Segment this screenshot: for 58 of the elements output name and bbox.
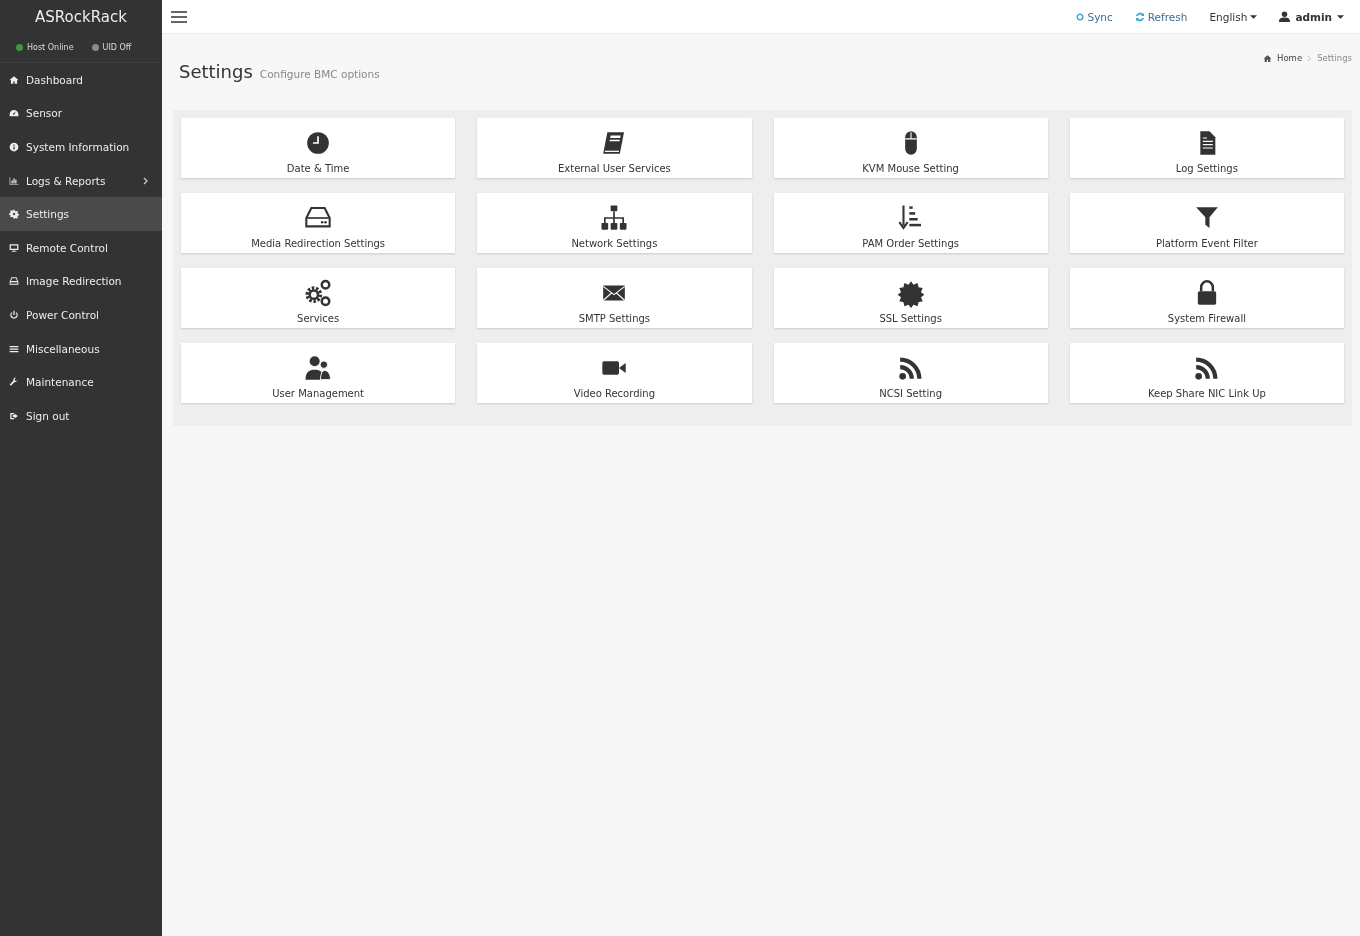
- settings-tile[interactable]: System Firewall: [1069, 268, 1344, 328]
- language-dropdown[interactable]: English: [1209, 10, 1258, 23]
- sidebar-item[interactable]: Logs & Reports: [0, 163, 162, 198]
- page-subtitle: Configure BMC options: [259, 68, 380, 80]
- network-icon: [599, 203, 630, 233]
- settings-tile[interactable]: External User Services: [477, 118, 752, 178]
- sign-out-icon: [9, 410, 19, 421]
- sidebar-item[interactable]: Sensor: [0, 96, 162, 131]
- settings-tile[interactable]: SSL Settings: [773, 268, 1048, 328]
- sidebar-item[interactable]: Image Redirection: [0, 264, 162, 299]
- settings-tile[interactable]: User Management: [181, 343, 456, 403]
- sidebar-item[interactable]: Remote Control: [0, 230, 162, 265]
- settings-tile[interactable]: NCSI Setting: [773, 343, 1048, 403]
- settings-icon: [9, 209, 19, 220]
- power-icon: [9, 309, 19, 320]
- sidebar-item[interactable]: Dashboard: [0, 63, 162, 97]
- wrench-icon: [9, 377, 19, 388]
- caret-icon: [1250, 14, 1258, 19]
- menu-icon: [171, 10, 187, 23]
- user-icon: [1279, 11, 1291, 22]
- status-label: Host Online: [27, 43, 74, 52]
- settings-tile[interactable]: Platform Event Filter: [1069, 193, 1344, 253]
- sync-link[interactable]: Sync: [1076, 10, 1113, 23]
- brand-logo: ASRockRack: [34, 6, 128, 28]
- separator-icon: [1307, 54, 1313, 62]
- sidebar-item[interactable]: Power Control: [0, 298, 162, 332]
- monitor-icon: [9, 242, 19, 253]
- settings-tile[interactable]: KVM Mouse Setting: [773, 118, 1048, 178]
- users-icon: [303, 353, 334, 383]
- home-icon: [9, 74, 19, 85]
- settings-tile[interactable]: Date & Time: [181, 118, 456, 178]
- sidebar-item[interactable]: Maintenance: [0, 365, 162, 399]
- sidebar-item[interactable]: Miscellaneous: [0, 331, 162, 366]
- drive-icon: [9, 276, 19, 287]
- sidebar-item[interactable]: System Information: [0, 130, 162, 164]
- sync-icon: [1076, 12, 1085, 21]
- menu-icon: [9, 343, 19, 354]
- status-label: UID Off: [102, 43, 132, 52]
- settings-tile[interactable]: Log Settings: [1069, 118, 1344, 178]
- breadcrumb-link[interactable]: Settings: [1317, 53, 1352, 63]
- refresh-icon: [1134, 11, 1145, 22]
- settings-tile[interactable]: SMTP Settings: [477, 268, 752, 328]
- settings-tile[interactable]: Video Recording: [477, 343, 752, 403]
- user-menu[interactable]: admin: [1279, 10, 1344, 23]
- settings-tile[interactable]: Keep Share NIC Link Up: [1069, 343, 1344, 403]
- gauge-icon: [9, 108, 19, 119]
- refresh-link[interactable]: Refresh: [1134, 10, 1188, 23]
- home-icon: [1263, 53, 1272, 63]
- page-title: Settings: [179, 61, 253, 82]
- caret-icon: [1337, 14, 1344, 19]
- sidebar-item[interactable]: Sign out: [0, 398, 162, 433]
- info-icon: [9, 142, 19, 152]
- breadcrumb-link[interactable]: Home: [1277, 53, 1303, 63]
- settings-tile[interactable]: Services: [181, 268, 456, 328]
- settings-tile[interactable]: PAM Order Settings: [773, 193, 1048, 253]
- settings-tile[interactable]: Network Settings: [477, 193, 752, 253]
- settings-tile[interactable]: Media Redirection Settings: [181, 193, 456, 253]
- sidebar-item[interactable]: Settings: [0, 197, 162, 231]
